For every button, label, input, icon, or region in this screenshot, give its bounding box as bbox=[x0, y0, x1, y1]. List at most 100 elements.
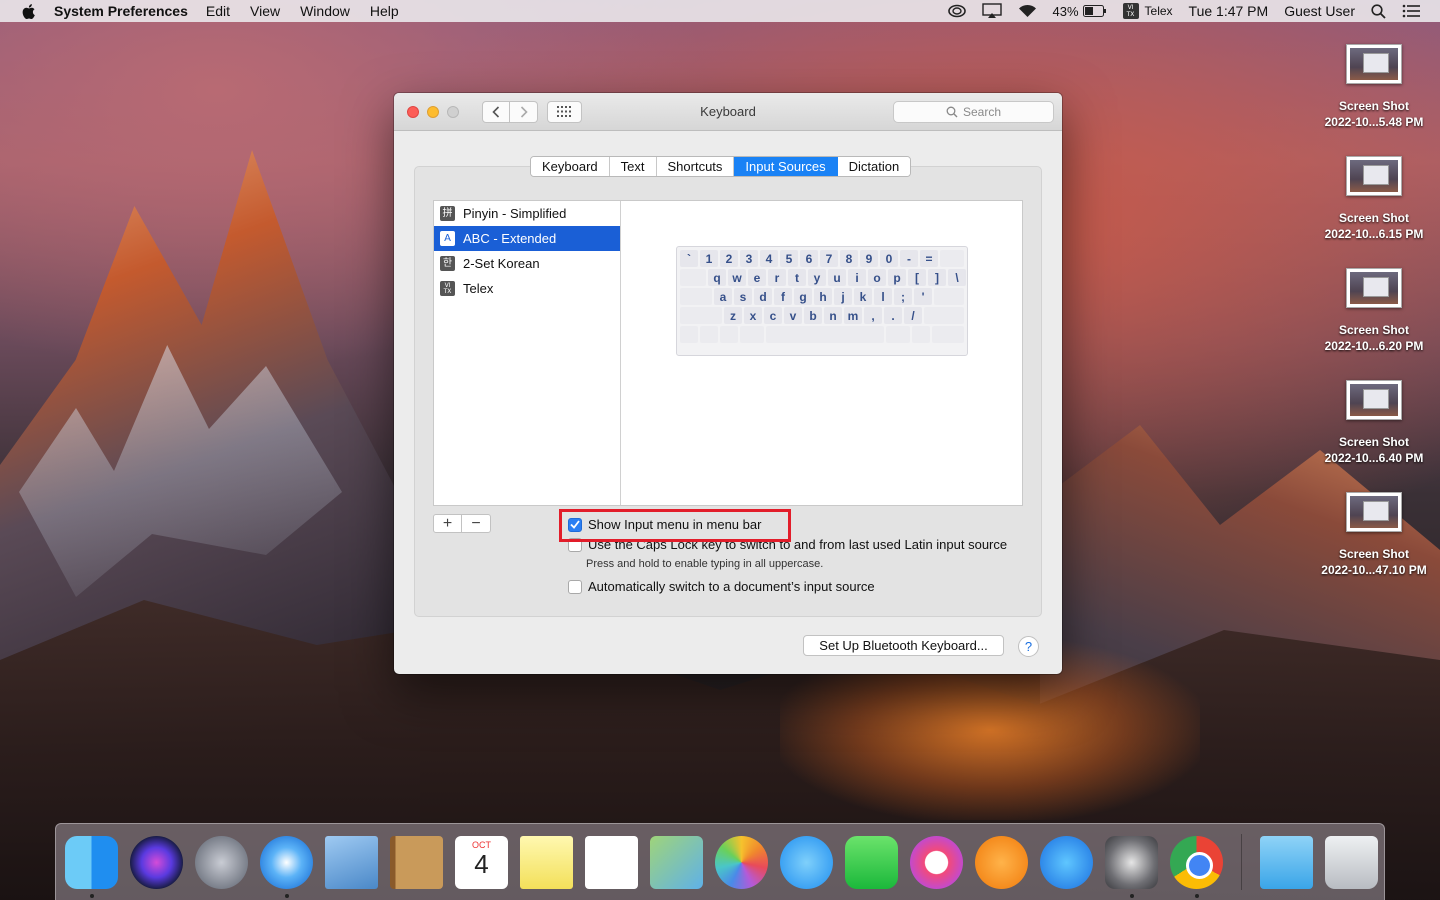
navigation-buttons bbox=[482, 100, 538, 123]
key: \ bbox=[948, 269, 966, 286]
key: o bbox=[868, 269, 886, 286]
dock-maps-icon[interactable] bbox=[650, 835, 703, 889]
desktop-file-screenshot-5[interactable]: Screen Shot 2022-10...47.10 PM bbox=[1314, 492, 1434, 578]
menu-help[interactable]: Help bbox=[370, 3, 399, 19]
creative-cloud-icon[interactable] bbox=[947, 4, 966, 18]
user-menu[interactable]: Guest User bbox=[1284, 3, 1355, 19]
dock-reminders-icon[interactable] bbox=[585, 835, 638, 889]
input-source-pinyin[interactable]: 拼 Pinyin - Simplified bbox=[434, 201, 620, 226]
key-shift-right bbox=[924, 307, 964, 324]
zoom-button[interactable] bbox=[447, 105, 459, 118]
apple-icon[interactable] bbox=[20, 3, 36, 20]
tab-dictation[interactable]: Dictation bbox=[837, 157, 911, 176]
desktop-file-screenshot-1[interactable]: Screen Shot 2022-10...5.48 PM bbox=[1314, 44, 1434, 130]
tab-text[interactable]: Text bbox=[609, 157, 657, 176]
dock-chrome-icon[interactable] bbox=[1170, 835, 1223, 898]
running-indicator bbox=[285, 893, 289, 898]
search-placeholder: Search bbox=[962, 105, 1002, 119]
key: w bbox=[728, 269, 746, 286]
key: n bbox=[824, 307, 842, 324]
dock-notes-icon[interactable] bbox=[520, 835, 573, 889]
show-all-button[interactable] bbox=[547, 100, 582, 123]
battery-percent: 43% bbox=[1052, 3, 1079, 19]
dock-app-store-icon[interactable] bbox=[1040, 835, 1093, 889]
key: 9 bbox=[860, 250, 878, 267]
key-shift-left bbox=[680, 307, 722, 324]
minimize-button[interactable] bbox=[427, 105, 439, 118]
notification-center-icon[interactable] bbox=[1402, 4, 1420, 18]
dock-contacts-icon[interactable] bbox=[390, 835, 443, 889]
menu-bar: System Preferences Edit View Window Help… bbox=[0, 0, 1440, 22]
caps-lock-label: Use the Caps Lock key to switch to and f… bbox=[588, 537, 1008, 552]
dock-messages-icon[interactable] bbox=[780, 835, 833, 889]
desktop-file-screenshot-3[interactable]: Screen Shot 2022-10...6.20 PM bbox=[1314, 268, 1434, 354]
dock-downloads-folder-icon[interactable] bbox=[1260, 835, 1313, 889]
input-source-korean[interactable]: 한 2-Set Korean bbox=[434, 251, 620, 276]
keyboard-row-5 bbox=[680, 326, 964, 343]
key: t bbox=[788, 269, 806, 286]
close-button[interactable] bbox=[407, 105, 419, 118]
telex-icon: VI TX bbox=[1122, 3, 1139, 19]
dock: OCT 4 bbox=[55, 823, 1385, 900]
add-input-source-button[interactable]: + bbox=[434, 515, 462, 532]
forward-button[interactable] bbox=[510, 100, 538, 123]
tab-input-sources[interactable]: Input Sources bbox=[734, 157, 838, 176]
desktop-file-screenshot-4[interactable]: Screen Shot 2022-10...6.40 PM bbox=[1314, 380, 1434, 466]
dock-safari-icon[interactable] bbox=[260, 835, 313, 898]
key: 0 bbox=[880, 250, 898, 267]
dock-finder-icon[interactable] bbox=[65, 835, 118, 898]
keyboard-row-4: z x c v b n m , . / bbox=[680, 307, 964, 324]
key: 1 bbox=[700, 250, 718, 267]
menu-window[interactable]: Window bbox=[300, 3, 350, 19]
key: r bbox=[768, 269, 786, 286]
screenshot-thumbnail-icon bbox=[1346, 44, 1402, 84]
setup-bluetooth-keyboard-button[interactable]: Set Up Bluetooth Keyboard... bbox=[803, 635, 1004, 656]
key: l bbox=[874, 288, 892, 305]
caps-lock-option[interactable]: Use the Caps Lock key to switch to and f… bbox=[568, 537, 1007, 552]
back-button[interactable] bbox=[482, 100, 510, 123]
auto-switch-checkbox[interactable] bbox=[568, 579, 582, 594]
battery-indicator[interactable]: 43% bbox=[1053, 4, 1107, 19]
caps-lock-checkbox[interactable] bbox=[568, 537, 582, 552]
spotlight-search-icon[interactable] bbox=[1371, 3, 1386, 19]
dock-mail-icon[interactable] bbox=[325, 835, 378, 889]
dock-siri-icon[interactable] bbox=[130, 835, 183, 889]
key: m bbox=[844, 307, 862, 324]
dock-launchpad-icon[interactable] bbox=[195, 835, 248, 889]
key: a bbox=[714, 288, 732, 305]
input-source-list[interactable]: 拼 Pinyin - Simplified A ABC - Extended 한… bbox=[434, 201, 621, 505]
dock-system-preferences-icon[interactable] bbox=[1105, 835, 1158, 898]
menu-view[interactable]: View bbox=[250, 3, 280, 19]
key: p bbox=[888, 269, 906, 286]
window-controls bbox=[407, 105, 459, 118]
telex-icon: VI TX bbox=[440, 281, 455, 296]
show-input-menu-checkbox[interactable] bbox=[568, 517, 582, 532]
input-source-label: Telex bbox=[463, 281, 494, 296]
dock-trash-icon[interactable] bbox=[1325, 835, 1378, 889]
menu-edit[interactable]: Edit bbox=[206, 3, 230, 19]
dock-itunes-icon[interactable] bbox=[910, 835, 963, 889]
auto-switch-option[interactable]: Automatically switch to a document’s inp… bbox=[568, 579, 875, 594]
clock[interactable]: Tue 1:47 PM bbox=[1189, 3, 1269, 19]
window-titlebar[interactable]: Keyboard Search bbox=[394, 93, 1062, 131]
wifi-icon[interactable] bbox=[1018, 4, 1037, 18]
battery-icon bbox=[1082, 5, 1106, 17]
dock-photos-icon[interactable] bbox=[715, 835, 768, 889]
search-field[interactable]: Search bbox=[893, 101, 1054, 123]
remove-input-source-button[interactable]: − bbox=[462, 515, 490, 532]
key: 6 bbox=[800, 250, 818, 267]
checkmark-icon bbox=[570, 520, 580, 529]
airplay-icon[interactable] bbox=[981, 3, 1002, 19]
menu-app-name[interactable]: System Preferences bbox=[54, 3, 188, 19]
dock-ibooks-icon[interactable] bbox=[975, 835, 1028, 889]
dock-facetime-icon[interactable] bbox=[845, 835, 898, 889]
desktop-file-screenshot-2[interactable]: Screen Shot 2022-10...6.15 PM bbox=[1314, 156, 1434, 242]
show-input-menu-option[interactable]: Show Input menu in menu bar bbox=[568, 517, 761, 532]
input-source-telex[interactable]: VI TX Telex bbox=[434, 276, 620, 301]
dock-calendar-icon[interactable]: OCT 4 bbox=[455, 835, 508, 889]
input-source-abc-extended[interactable]: A ABC - Extended bbox=[434, 226, 620, 251]
tab-keyboard[interactable]: Keyboard bbox=[531, 157, 610, 176]
input-source-menu[interactable]: VI TX Telex bbox=[1122, 3, 1173, 19]
help-button[interactable]: ? bbox=[1018, 636, 1039, 657]
tab-shortcuts[interactable]: Shortcuts bbox=[656, 157, 735, 176]
